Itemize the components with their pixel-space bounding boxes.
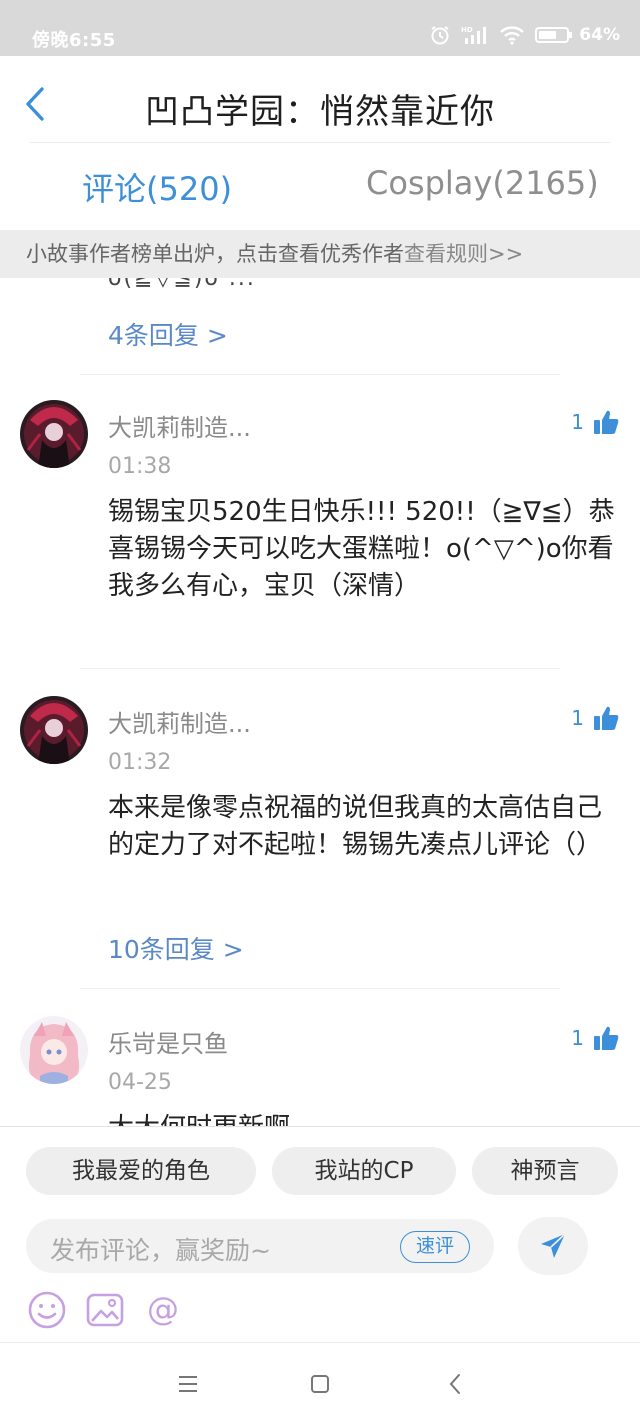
emoji-icon[interactable] bbox=[26, 1289, 68, 1331]
comment-input[interactable]: 发布评论，赢奖励~ 速评 bbox=[26, 1219, 494, 1273]
wifi-icon bbox=[500, 26, 525, 45]
quick-chip[interactable]: 我最爱的角色 bbox=[26, 1147, 256, 1195]
divider bbox=[80, 668, 560, 669]
menu-icon bbox=[179, 1376, 197, 1392]
comment-body: 大大何时更新啊 bbox=[108, 1110, 618, 1126]
alarm-icon bbox=[431, 26, 449, 45]
replies-link[interactable]: 4条回复 > bbox=[108, 316, 228, 352]
divider bbox=[80, 988, 560, 989]
menu-button[interactable] bbox=[173, 1369, 203, 1399]
send-button[interactable] bbox=[518, 1217, 588, 1275]
like-count: 1 bbox=[571, 706, 584, 730]
image-icon[interactable] bbox=[84, 1289, 126, 1331]
like-count: 1 bbox=[571, 410, 584, 434]
send-icon bbox=[541, 1233, 566, 1258]
divider bbox=[80, 374, 560, 375]
home-button[interactable] bbox=[305, 1369, 335, 1399]
battery-percent: 64% bbox=[579, 25, 620, 45]
tab-cosplay[interactable]: Cosplay(2165) bbox=[366, 164, 599, 202]
avatar[interactable] bbox=[20, 1016, 88, 1084]
comment-time: 04-25 bbox=[108, 1070, 172, 1095]
header-divider bbox=[30, 142, 610, 143]
home-square-icon bbox=[311, 1375, 329, 1393]
commenter-name[interactable]: 大凯莉制造... bbox=[108, 408, 251, 443]
header: 凹凸学园：悄然靠近你 bbox=[0, 56, 640, 144]
comment-time: 01:32 bbox=[108, 750, 172, 775]
quick-review-button[interactable]: 速评 bbox=[400, 1231, 470, 1263]
thumbs-up-icon bbox=[594, 706, 619, 730]
status-bar: 傍晚6:55 HD 64% bbox=[0, 0, 640, 56]
commenter-name[interactable]: 大凯莉制造... bbox=[108, 704, 251, 739]
status-time: 傍晚6:55 bbox=[32, 30, 116, 51]
banner-text: 小故事作者榜单出炉，点击查看优秀作者 bbox=[26, 242, 404, 266]
tab-bar: 评论(520) Cosplay(2165) bbox=[0, 146, 640, 226]
svg-text:@: @ bbox=[147, 1290, 179, 1328]
quick-chip[interactable]: 神预言 bbox=[472, 1147, 618, 1195]
comment-input-placeholder: 发布评论，赢奖励~ bbox=[50, 1236, 271, 1265]
svg-text:HD: HD bbox=[461, 26, 473, 34]
composer-panel: 我最爱的角色 我站的CP 神预言 发布评论，赢奖励~ 速评 @ bbox=[0, 1126, 640, 1342]
comment-body: 锡锡宝贝520生日快乐!!! 520!!（≧∇≦）恭喜锡锡今天可以吃大蛋糕啦！o… bbox=[108, 497, 615, 601]
system-nav-bar bbox=[0, 1342, 640, 1422]
partial-comment-text: o(≧▽≦)o ... bbox=[108, 278, 256, 291]
comment-feed[interactable]: o(≧▽≦)o ... 4条回复 > 大凯莉制造... 1 01:38 锡锡宝贝… bbox=[0, 278, 640, 1126]
signal-icon: HD bbox=[461, 26, 487, 44]
notice-banner[interactable]: 小故事作者榜单出炉，点击查看优秀作者查看规则>> bbox=[0, 230, 640, 278]
nav-back-button[interactable] bbox=[440, 1369, 470, 1399]
page-title: 凹凸学园：悄然靠近你 bbox=[145, 92, 495, 132]
comment-time: 01:38 bbox=[108, 454, 172, 479]
battery-icon bbox=[535, 27, 573, 43]
quick-chip[interactable]: 我站的CP bbox=[272, 1147, 456, 1195]
like-button[interactable]: 1 bbox=[571, 704, 620, 732]
replies-link[interactable]: 10条回复 > bbox=[108, 930, 244, 966]
like-count: 1 bbox=[571, 1026, 584, 1050]
tab-comments[interactable]: 评论(520) bbox=[82, 164, 232, 210]
thumbs-up-icon bbox=[594, 1026, 619, 1050]
like-button[interactable]: 1 bbox=[571, 1024, 620, 1052]
like-button[interactable]: 1 bbox=[571, 408, 620, 436]
comment-body: 本来是像零点祝福的说但我真的太高估自己的定力了对不起啦！锡锡先凑点儿评论（） bbox=[108, 793, 603, 860]
thumbs-up-icon bbox=[594, 410, 619, 434]
status-icons: HD 64% bbox=[429, 24, 620, 46]
avatar[interactable] bbox=[20, 400, 88, 468]
nav-back-icon bbox=[449, 1374, 460, 1394]
battery: 64% bbox=[535, 25, 620, 45]
mention-icon[interactable]: @ bbox=[142, 1289, 184, 1331]
banner-rules-link[interactable]: 查看规则>> bbox=[404, 242, 523, 266]
avatar[interactable] bbox=[20, 696, 88, 764]
commenter-name[interactable]: 乐岢是只鱼 bbox=[108, 1024, 228, 1059]
